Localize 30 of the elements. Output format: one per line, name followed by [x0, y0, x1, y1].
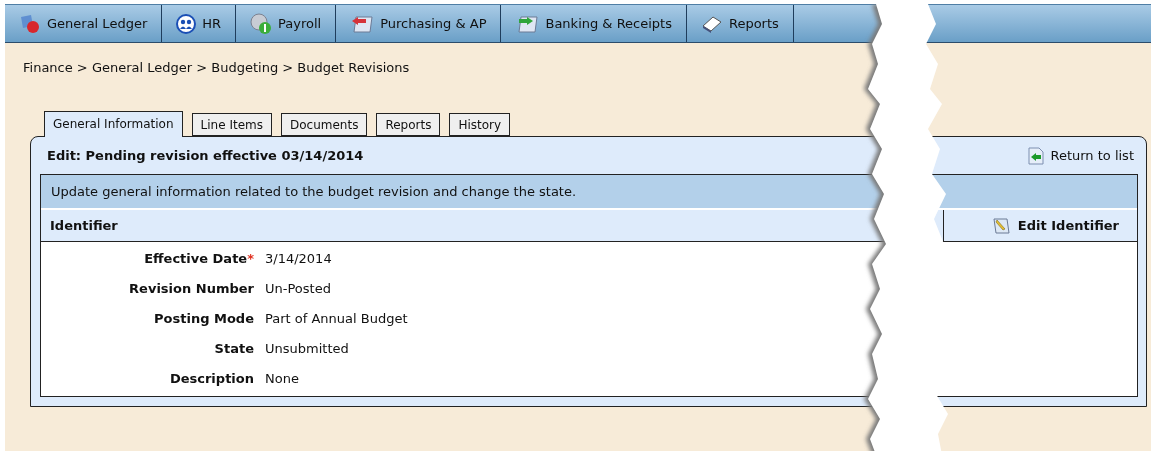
required-asterisk: * — [247, 251, 254, 266]
tab[interactable]: Reports — [376, 113, 441, 136]
tab[interactable]: Documents — [280, 113, 368, 136]
return-link[interactable]: Return to list — [1028, 146, 1134, 165]
menu-item[interactable]: Payroll — [236, 5, 337, 42]
field-value: None — [265, 370, 300, 387]
panel-title: Edit: Pending revision effective 03/14/2014 — [46, 148, 364, 163]
menu-item[interactable]: Purchasing & AP — [336, 5, 502, 42]
field-label: Description — [168, 370, 254, 387]
back-arrow-document-icon — [1028, 146, 1045, 165]
field-label: State — [213, 340, 254, 357]
arrow-document-icon — [515, 13, 540, 34]
description-text: Update general information related to the budget revision and change the state. — [41, 175, 1137, 210]
pencil-note-icon — [991, 215, 1012, 236]
field-value: Un-Posted — [265, 280, 332, 297]
field-label: Posting Mode — [153, 310, 254, 327]
menu-item[interactable]: Reports — [686, 5, 794, 42]
menu-item[interactable]: HR — [162, 5, 237, 42]
tab[interactable]: History — [449, 113, 511, 136]
field-label: Effective Date* — [143, 250, 254, 267]
field-value: Unsubmitted — [265, 340, 350, 357]
field-label: Revision Number — [128, 280, 254, 297]
field-value: 3/14/2014 — [265, 250, 333, 267]
menu-item[interactable]: General Ledger — [5, 5, 163, 42]
field-value: Part of Annual Budget — [265, 310, 409, 327]
menu-item[interactable]: Banking & Receipts — [501, 5, 687, 42]
section-title: Identifier — [49, 217, 119, 235]
tab[interactable]: Line Items — [191, 113, 272, 136]
breadcrumb: Finance > General Ledger > Budgeting > Budget Revisions — [22, 59, 411, 77]
tab[interactable]: General Information — [44, 111, 183, 137]
